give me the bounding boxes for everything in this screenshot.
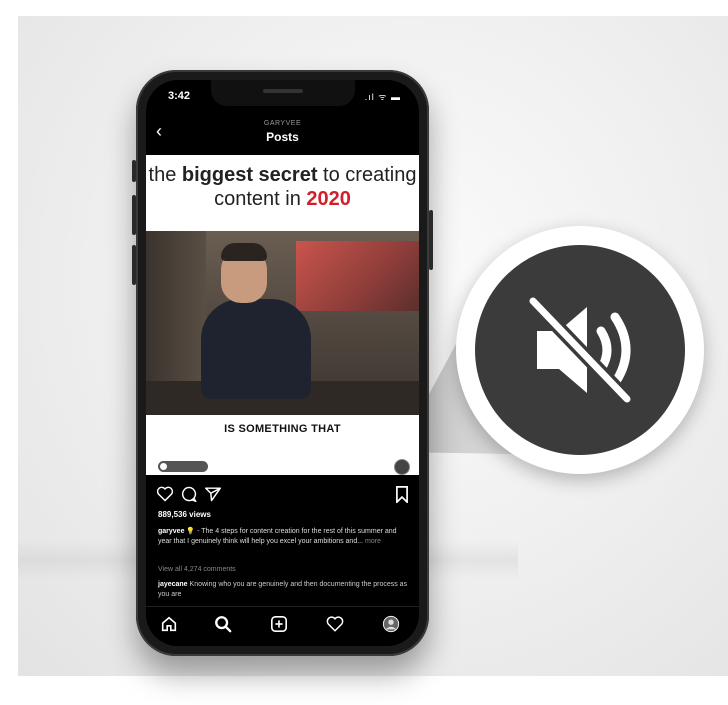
phone-screen: 3:42 .ıl ᯤ ▬ ‹ GARYVEE Posts the biggest… — [146, 80, 419, 646]
post-actions — [146, 484, 419, 506]
heart-icon[interactable] — [156, 486, 174, 502]
comment-username[interactable]: jayecane — [158, 581, 188, 588]
bookmark-icon[interactable] — [395, 486, 409, 503]
video-caption: IS SOMETHING THAT — [224, 423, 341, 435]
video-person-body — [201, 299, 311, 399]
phone: 3:42 .ıl ᯤ ▬ ‹ GARYVEE Posts the biggest… — [132, 70, 433, 656]
carousel-progress — [158, 461, 208, 472]
send-icon[interactable] — [204, 486, 222, 502]
status-time: 3:42 — [168, 90, 191, 102]
speaker-grille — [263, 89, 303, 93]
phone-side-button — [132, 160, 136, 182]
mute-toggle-button[interactable] — [394, 459, 410, 475]
bottom-tab-bar — [146, 606, 419, 646]
header-username: GARYVEE — [263, 120, 302, 127]
activity-heart-icon[interactable] — [326, 615, 344, 633]
view-all-comments-link[interactable]: View all 4,274 comments — [158, 566, 236, 573]
headline-bold-text: biggest secret — [181, 164, 318, 186]
headline-year: 2020 — [306, 188, 351, 210]
headline-text: the — [148, 164, 182, 186]
search-icon[interactable] — [214, 615, 232, 633]
view-count: 889,536 views — [158, 510, 211, 519]
caption-text: 💡 - The 4 steps for content creation for… — [158, 528, 397, 545]
status-icons: .ıl ᯤ ▬ — [364, 92, 401, 102]
video-scene-screen — [296, 241, 419, 311]
mute-callout — [456, 226, 704, 474]
progress-dot — [160, 463, 167, 470]
post-media[interactable]: the biggest secret to creating content i… — [146, 155, 419, 475]
header-title: Posts — [266, 130, 299, 144]
video-person-hair — [221, 243, 267, 261]
phone-side-button — [132, 245, 136, 285]
home-icon[interactable] — [160, 615, 178, 633]
phone-side-button — [429, 210, 433, 270]
phone-side-button — [132, 195, 136, 235]
caption-username[interactable]: garyvee — [158, 528, 184, 535]
post-headline: the biggest secret to creating content i… — [146, 163, 419, 211]
comment-text: Knowing who you are genuinely and then d… — [158, 581, 408, 598]
posts-header: ‹ GARYVEE Posts — [146, 116, 419, 150]
add-post-icon[interactable] — [270, 615, 288, 633]
video-frame[interactable] — [146, 231, 419, 415]
caption-more-link[interactable]: more — [363, 538, 381, 545]
profile-avatar-icon[interactable] — [382, 615, 400, 633]
comment-item: jayecane Knowing who you are genuinely a… — [158, 580, 408, 600]
mute-callout-disc — [475, 245, 685, 455]
comment-icon[interactable] — [180, 486, 198, 502]
phone-notch — [211, 80, 355, 106]
post-caption: garyvee 💡 - The 4 steps for content crea… — [158, 527, 408, 547]
speaker-muted-icon — [527, 296, 633, 404]
